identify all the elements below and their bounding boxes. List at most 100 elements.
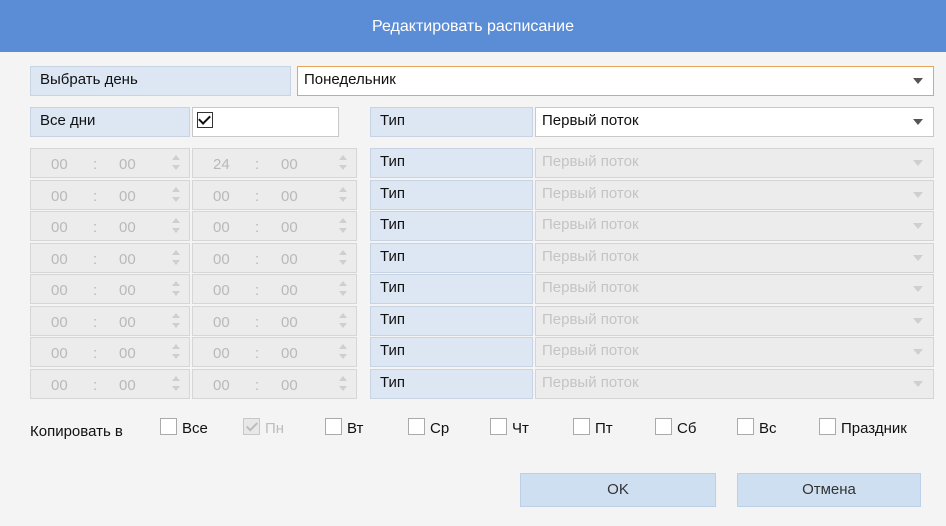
start-hour: 00 bbox=[51, 219, 68, 236]
time-stepper[interactable] bbox=[330, 149, 356, 177]
time-stepper[interactable] bbox=[163, 212, 189, 240]
chevron-up-icon bbox=[172, 187, 180, 192]
copy-option[interactable]: Пт bbox=[573, 417, 663, 439]
checkbox[interactable] bbox=[243, 418, 260, 435]
start-time-field[interactable]: 00 : 00 bbox=[30, 148, 190, 178]
time-stepper[interactable] bbox=[163, 370, 189, 398]
chevron-up-icon bbox=[172, 155, 180, 160]
row-type-value: Первый поток bbox=[542, 279, 639, 296]
copy-option[interactable]: Чт bbox=[490, 417, 580, 439]
time-stepper[interactable] bbox=[163, 338, 189, 366]
time-stepper[interactable] bbox=[330, 244, 356, 272]
time-stepper[interactable] bbox=[330, 370, 356, 398]
time-stepper[interactable] bbox=[330, 181, 356, 209]
start-time-field[interactable]: 00 : 00 bbox=[30, 211, 190, 241]
end-minute: 00 bbox=[281, 377, 298, 394]
row-type-dropdown[interactable]: Первый поток bbox=[535, 148, 934, 178]
copy-option-label: Ср bbox=[430, 420, 450, 437]
checkbox[interactable] bbox=[325, 418, 342, 435]
time-separator: : bbox=[255, 377, 260, 394]
chevron-up-icon bbox=[172, 250, 180, 255]
end-time-field[interactable]: 00 : 00 bbox=[192, 369, 357, 399]
row-type-value: Первый поток bbox=[542, 248, 639, 265]
copy-option[interactable]: Сб bbox=[655, 417, 745, 439]
start-time-field[interactable]: 00 : 00 bbox=[30, 274, 190, 304]
copy-option[interactable]: Вт bbox=[325, 417, 415, 439]
copy-option[interactable]: Пн bbox=[243, 417, 333, 439]
chevron-down-icon bbox=[913, 119, 923, 125]
start-time-field[interactable]: 00 : 00 bbox=[30, 337, 190, 367]
chevron-down-icon bbox=[172, 291, 180, 296]
row-type-dropdown[interactable]: Первый поток bbox=[535, 306, 934, 336]
end-time-field[interactable]: 24 : 00 bbox=[192, 148, 357, 178]
start-minute: 00 bbox=[119, 345, 136, 362]
checkbox[interactable] bbox=[737, 418, 754, 435]
time-separator: : bbox=[93, 377, 98, 394]
row-type-label: Тип bbox=[370, 337, 533, 367]
end-time-field[interactable]: 00 : 00 bbox=[192, 306, 357, 336]
checkbox[interactable] bbox=[573, 418, 590, 435]
row-type-dropdown[interactable]: Первый поток bbox=[535, 369, 934, 399]
time-stepper[interactable] bbox=[163, 244, 189, 272]
edit-schedule-dialog: Редактировать расписание Выбрать день По… bbox=[0, 0, 946, 526]
select-day-dropdown[interactable]: Понедельник bbox=[297, 66, 934, 96]
time-stepper[interactable] bbox=[163, 275, 189, 303]
time-stepper[interactable] bbox=[330, 275, 356, 303]
chevron-down-icon bbox=[913, 223, 923, 229]
copy-option[interactable]: Ср bbox=[408, 417, 498, 439]
start-time-field[interactable]: 00 : 00 bbox=[30, 180, 190, 210]
checkbox[interactable] bbox=[160, 418, 177, 435]
start-hour: 00 bbox=[51, 282, 68, 299]
chevron-up-icon bbox=[339, 187, 347, 192]
start-minute: 00 bbox=[119, 314, 136, 331]
time-stepper[interactable] bbox=[163, 307, 189, 335]
copy-option[interactable]: Вс bbox=[737, 417, 827, 439]
all-days-checkbox[interactable] bbox=[197, 112, 213, 128]
row-type-dropdown[interactable]: Первый поток bbox=[535, 337, 934, 367]
end-time-field[interactable]: 00 : 00 bbox=[192, 211, 357, 241]
start-minute: 00 bbox=[119, 251, 136, 268]
chevron-down-icon bbox=[172, 197, 180, 202]
copy-option[interactable]: Все bbox=[160, 417, 250, 439]
type-dropdown[interactable]: Первый поток bbox=[535, 107, 934, 137]
copy-option[interactable]: Праздник bbox=[819, 417, 909, 439]
checkbox[interactable] bbox=[655, 418, 672, 435]
chevron-down-icon bbox=[172, 323, 180, 328]
time-separator: : bbox=[255, 314, 260, 331]
cancel-button[interactable]: Отмена bbox=[737, 473, 921, 507]
row-type-label: Тип bbox=[370, 148, 533, 178]
checkbox[interactable] bbox=[819, 418, 836, 435]
time-separator: : bbox=[255, 251, 260, 268]
select-day-label: Выбрать день bbox=[30, 66, 291, 96]
time-stepper[interactable] bbox=[163, 149, 189, 177]
row-type-dropdown[interactable]: Первый поток bbox=[535, 274, 934, 304]
row-type-dropdown[interactable]: Первый поток bbox=[535, 243, 934, 273]
chevron-down-icon bbox=[339, 165, 347, 170]
end-time-field[interactable]: 00 : 00 bbox=[192, 274, 357, 304]
copy-to-label: Копировать в bbox=[30, 423, 123, 440]
copy-option-label: Пт bbox=[595, 420, 613, 437]
chevron-up-icon bbox=[172, 313, 180, 318]
chevron-up-icon bbox=[339, 344, 347, 349]
time-stepper[interactable] bbox=[330, 307, 356, 335]
end-time-field[interactable]: 00 : 00 bbox=[192, 180, 357, 210]
time-stepper[interactable] bbox=[330, 338, 356, 366]
time-stepper[interactable] bbox=[330, 212, 356, 240]
end-hour: 00 bbox=[213, 377, 230, 394]
checkbox[interactable] bbox=[408, 418, 425, 435]
end-time-field[interactable]: 00 : 00 bbox=[192, 337, 357, 367]
checkbox[interactable] bbox=[490, 418, 507, 435]
chevron-down-icon bbox=[339, 197, 347, 202]
ok-button[interactable]: OK bbox=[520, 473, 716, 507]
row-type-dropdown[interactable]: Первый поток bbox=[535, 211, 934, 241]
time-stepper[interactable] bbox=[163, 181, 189, 209]
start-time-field[interactable]: 00 : 00 bbox=[30, 369, 190, 399]
row-type-dropdown[interactable]: Первый поток bbox=[535, 180, 934, 210]
start-time-field[interactable]: 00 : 00 bbox=[30, 306, 190, 336]
chevron-up-icon bbox=[339, 250, 347, 255]
start-hour: 00 bbox=[51, 314, 68, 331]
start-time-field[interactable]: 00 : 00 bbox=[30, 243, 190, 273]
chevron-up-icon bbox=[172, 281, 180, 286]
start-hour: 00 bbox=[51, 345, 68, 362]
end-time-field[interactable]: 00 : 00 bbox=[192, 243, 357, 273]
